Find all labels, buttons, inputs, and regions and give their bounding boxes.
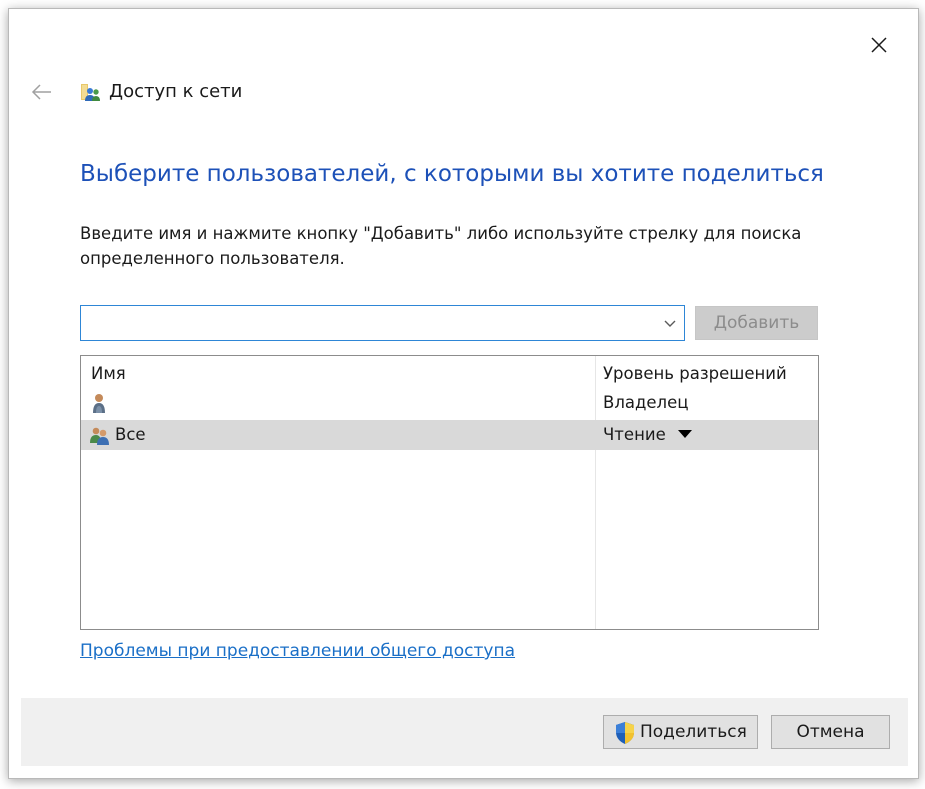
network-access-dialog: Доступ к сети Выберите пользователей, с … (8, 8, 919, 779)
row-permission: Чтение (603, 425, 666, 444)
row-name: Все (115, 425, 146, 444)
uac-shield-icon (614, 721, 636, 745)
window-title: Доступ к сети (109, 81, 243, 102)
list-header: Имя Уровень разрешений (81, 356, 818, 388)
dropdown-button[interactable] (662, 315, 678, 331)
share-button-label: Поделиться (640, 722, 747, 742)
column-header-name[interactable]: Имя (91, 364, 126, 383)
back-button[interactable] (31, 83, 53, 101)
add-button[interactable]: Добавить (695, 306, 818, 340)
table-row[interactable]: Все Чтение (81, 420, 818, 450)
page-heading: Выберите пользователей, с которыми вы хо… (80, 161, 824, 187)
permission-dropdown[interactable]: Чтение (603, 425, 692, 444)
share-button[interactable]: Поделиться (603, 715, 758, 749)
table-row[interactable]: Владелец (81, 388, 818, 418)
back-arrow-icon (31, 84, 51, 100)
group-icon (89, 424, 111, 446)
dialog-footer: Поделиться Отмена (21, 698, 908, 766)
user-search-input[interactable] (87, 309, 651, 339)
row-permission: Владелец (603, 393, 689, 412)
close-icon (871, 37, 887, 53)
network-users-icon (81, 82, 101, 102)
column-header-permission[interactable]: Уровень разрешений (603, 364, 787, 383)
chevron-down-icon (664, 320, 676, 327)
sharing-problems-link[interactable]: Проблемы при предоставлении общего досту… (80, 641, 515, 661)
cancel-button[interactable]: Отмена (771, 715, 890, 749)
instruction-text: Введите имя и нажмите кнопку "Добавить" … (80, 224, 802, 268)
users-list: Имя Уровень разрешений Владелец Все Чтен… (80, 355, 819, 630)
close-button[interactable] (867, 33, 891, 57)
user-icon (89, 392, 111, 414)
user-search-combobox[interactable] (80, 305, 685, 341)
dropdown-triangle-icon[interactable] (677, 430, 692, 438)
